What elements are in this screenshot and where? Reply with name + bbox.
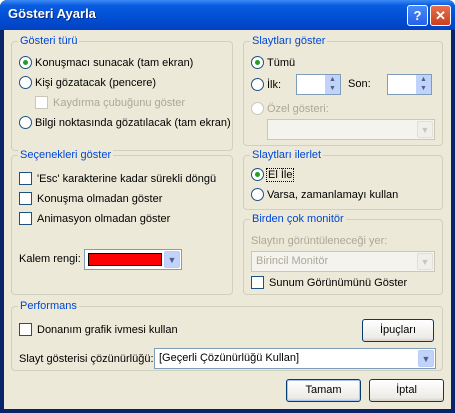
dialog-body: Gösteri türü Konuşmacı sunacak (tam ekra… [4,30,451,409]
cancel-button[interactable]: İptal [369,379,444,402]
radio-presenter-label: Konuşmacı sunacak (tam ekran) [35,56,194,69]
checkbox-indicator[interactable] [251,276,264,289]
performance-group: Performans Donanım grafik ivmesi kullan … [11,300,443,371]
show-options-group: Seçenekleri göster 'Esc' karakterine kad… [11,149,233,295]
radio-kiosk[interactable]: Bilgi noktasında gözatılacak (tam ekran) [19,116,231,129]
checkbox-indicator[interactable] [19,172,32,185]
radio-all-slides[interactable]: Tümü [251,56,295,69]
custom-show-combo: ▼ [267,119,435,140]
loop-checkbox-label: 'Esc' karakterine kadar sürekli döngü [37,172,217,185]
from-slide-input[interactable]: ▲ ▼ [296,74,341,95]
radio-individual[interactable]: Kişi gözatacak (pencere) [19,76,156,89]
spin-up-icon[interactable]: ▲ [416,75,431,84]
radio-indicator[interactable] [19,116,32,129]
ok-button[interactable]: Tamam [286,379,361,402]
multiple-monitors-legend: Birden çok monitör [250,213,346,225]
close-button[interactable]: ✕ [430,5,451,26]
to-label: Son: [348,78,371,90]
resolution-combo[interactable]: [Geçerli Çözünürlüğü Kullan] ▼ [154,348,436,369]
checkbox-indicator[interactable] [19,323,32,336]
window-title: Gösteri Ayarla [8,6,96,21]
spin-up-icon[interactable]: ▲ [325,75,340,84]
custom-show-label: Özel gösteri: [267,102,329,115]
show-slides-group: Slaytları göster Tümü İlk: ▲ ▼ Son: ▲ ▼ Öz… [243,35,443,146]
scrollbar-checkbox: Kaydırma çubuğunu göster [35,96,185,109]
radio-indicator[interactable] [251,188,264,201]
no-animation-checkbox[interactable]: Animasyon olmadan göster [19,212,170,225]
radio-timings-label: Varsa, zamanlamayı kullan [267,188,399,201]
radio-indicator[interactable] [251,78,264,91]
radio-indicator[interactable] [19,56,32,69]
performance-legend: Performans [18,300,79,312]
multiple-monitors-group: Birden çok monitör Slaytın görüntülenece… [243,213,443,295]
radio-manual-label: El İle [265,167,295,182]
presenter-view-label: Sunum Görünümünü Göster [269,276,408,289]
chevron-down-icon[interactable]: ▼ [164,251,180,268]
checkbox-indicator[interactable] [19,212,32,225]
radio-indicator[interactable] [251,168,264,181]
spin-down-icon[interactable]: ▼ [325,84,340,93]
scrollbar-checkbox-label: Kaydırma çubuğunu göster [53,96,186,109]
checkbox-indicator [35,96,48,109]
chevron-down-icon: ▼ [417,253,433,270]
radio-from-slides[interactable]: İlk: [251,78,281,91]
radio-all-label: Tümü [267,56,296,69]
advance-slides-group: Slaytları ilerlet El İle Varsa, zamanlam… [243,149,443,210]
pen-color-swatch [88,253,162,266]
hw-accel-checkbox[interactable]: Donanım grafik ivmesi kullan [19,323,178,336]
radio-indicator[interactable] [19,76,32,89]
no-animation-label: Animasyon olmadan göster [37,212,171,225]
resolution-value: [Geçerli Çözünürlüğü Kullan] [159,352,300,364]
show-type-legend: Gösteri türü [18,35,80,47]
to-spin[interactable]: ▲ ▼ [415,75,431,94]
from-spin[interactable]: ▲ ▼ [324,75,340,94]
checkbox-indicator[interactable] [19,192,32,205]
resolution-label: Slayt gösterisi çözünürlüğü: [19,353,154,365]
pen-color-label: Kalem rengi: [19,253,81,265]
advance-slides-legend: Slaytları ilerlet [250,149,324,161]
no-narration-label: Konuşma olmadan göster [37,192,163,205]
spin-down-icon[interactable]: ▼ [416,84,431,93]
hw-accel-label: Donanım grafik ivmesi kullan [37,323,178,336]
radio-custom-show: Özel gösteri: [251,102,329,115]
loop-checkbox[interactable]: 'Esc' karakterine kadar sürekli döngü [19,172,216,185]
display-on-value: Birincil Monitör [256,255,329,267]
title-bar[interactable]: Gösteri Ayarla ? ✕ [0,0,455,30]
radio-individual-label: Kişi gözatacak (pencere) [35,76,157,89]
radio-indicator [251,102,264,115]
to-slide-input[interactable]: ▲ ▼ [387,74,432,95]
radio-kiosk-label: Bilgi noktasında gözatılacak (tam ekran) [35,116,231,129]
show-slides-legend: Slaytları göster [250,35,328,47]
dialog-window: Gösteri Ayarla ? ✕ Gösteri türü Konuşmac… [0,0,455,413]
radio-presenter[interactable]: Konuşmacı sunacak (tam ekran) [19,56,193,69]
chevron-down-icon[interactable]: ▼ [418,350,434,367]
show-type-group: Gösteri türü Konuşmacı sunacak (tam ekra… [11,35,233,151]
radio-timings[interactable]: Varsa, zamanlamayı kullan [251,188,398,201]
presenter-view-checkbox[interactable]: Sunum Görünümünü Göster [251,276,407,289]
display-on-label: Slaytın görüntüleneceği yer: [251,235,388,247]
no-narration-checkbox[interactable]: Konuşma olmadan göster [19,192,162,205]
radio-manual[interactable]: El İle [251,167,295,182]
radio-indicator[interactable] [251,56,264,69]
display-on-combo: Birincil Monitör ▼ [251,251,435,272]
help-button[interactable]: ? [407,5,428,26]
tips-button[interactable]: İpuçları [362,319,434,342]
show-options-legend: Seçenekleri göster [18,149,114,161]
from-label: İlk: [267,78,282,91]
pen-color-picker[interactable]: ▼ [84,249,182,270]
chevron-down-icon: ▼ [417,121,433,138]
